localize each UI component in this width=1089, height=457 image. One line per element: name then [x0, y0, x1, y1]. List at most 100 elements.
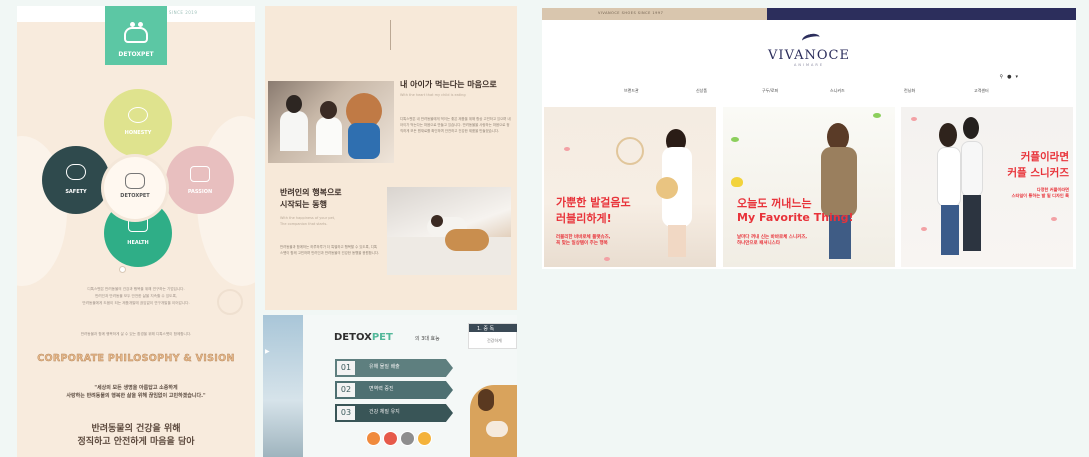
- banner-copy: 러블리한 바바로체 플랫슈즈, 꼭 맞는 일상템이 주는 행복: [556, 235, 611, 247]
- search-icon[interactable]: ⚲: [999, 74, 1003, 80]
- nav-item[interactable]: 고객센터: [974, 88, 989, 94]
- person-figure: [280, 111, 308, 151]
- step-label: 면역력 증진: [369, 386, 394, 392]
- model-figure: [963, 195, 981, 251]
- since-text: VIVANOCE SHOES SINCE 1997: [598, 11, 664, 15]
- quote-line: "세상의 모든 생명을 아름답고 소중하게: [94, 385, 178, 391]
- wordmark-main: DETOX: [334, 332, 372, 343]
- headline-line: 커플 스니커즈: [1007, 167, 1069, 179]
- cart-link[interactable]: 장바구니: [1038, 22, 1052, 27]
- value-circle-passion: PASSION: [166, 146, 234, 214]
- detoxpet-wordmark: DETOXPET: [334, 332, 393, 343]
- puppy-muzzle: [486, 421, 508, 437]
- wordmark-suffix: 의 3대 효능: [415, 336, 440, 342]
- color-dot: [366, 431, 381, 446]
- section-heading: 반려인의 행복으로 시작되는 동행: [280, 187, 342, 211]
- person-figure: [431, 215, 443, 227]
- step-number: 01: [337, 361, 355, 375]
- dog-figure: [445, 229, 489, 251]
- mypage-link[interactable]: 마이페이지: [1006, 22, 1023, 27]
- dreamcatcher-figure: [616, 137, 644, 165]
- intro-text: 반려동물에게 도움이 되는 제품개발에 끊임없이 연구개발을 이어갑니다.: [82, 301, 190, 305]
- butterfly-icon: [731, 177, 743, 187]
- sub-line: The companion that starts.: [280, 222, 328, 226]
- value-label: HEALTH: [127, 240, 149, 246]
- detoxpet-effects-thumbnail[interactable]: ▶ DETOXPET 의 3대 효능 01 유해 물질 배출 02 면역력 증진…: [263, 315, 517, 457]
- center-label: DETOXPET: [120, 193, 150, 199]
- effect-step: 02 면역력 증진: [335, 381, 453, 399]
- headline-line: My Favorite Thing!: [737, 211, 854, 224]
- step-label: 유해 물질 배출: [369, 364, 400, 370]
- logo-text: DETOXPET: [118, 51, 154, 58]
- step-number: 03: [337, 406, 355, 420]
- hand-icon: [66, 164, 86, 180]
- color-dot: [417, 431, 432, 446]
- value-circle-safety: SAFETY: [42, 146, 110, 214]
- decor-leaf: [873, 113, 881, 118]
- decor-petal: [1051, 217, 1057, 221]
- decor-petal: [604, 257, 610, 261]
- effect-step: 01 유해 물질 배출: [335, 359, 453, 377]
- color-dot: [383, 431, 398, 446]
- closing-line: 정직하고 안전하게 마음을 담아: [77, 437, 195, 447]
- sun-icon: [128, 107, 148, 123]
- vivanoce-shop-thumbnail[interactable]: VIVANOCE SHOES SINCE 1997 로그인 회원가입 마이페이지…: [542, 8, 1076, 269]
- banner-flat-shoes[interactable]: 가뿐한 발걸음도 러블리하게! 러블리한 바바로체 플랫슈즈, 꼭 맞는 일상템…: [544, 107, 716, 267]
- sky-photo: [263, 315, 303, 457]
- cart-icon[interactable]: ▾: [1015, 74, 1018, 80]
- brand-logo[interactable]: VIVANOCE: [542, 48, 1076, 63]
- pager-dot[interactable]: [119, 266, 126, 273]
- decor-petal: [564, 147, 570, 151]
- login-link[interactable]: 로그인: [954, 22, 964, 27]
- person-figure: [316, 117, 342, 155]
- value-label: SAFETY: [65, 189, 87, 195]
- nav-item[interactable]: 런닝화: [904, 88, 915, 94]
- dog-icon: [125, 173, 145, 189]
- copy-line: 꼭 맞는 일상템이 주는 행복: [556, 241, 608, 246]
- banner-copy: 다정한 커플이라면 스타일이 통하는 발 밑 디자인 룩: [989, 187, 1069, 199]
- signup-link[interactable]: 회원가입: [978, 22, 992, 27]
- section-body: 반려동물과 함께하는 하루하루가 더 특별하고 행복할 수 있도록, 디톡스펫이…: [280, 245, 380, 255]
- shoe-icon: [801, 32, 821, 46]
- portfolio-canvas: Dedicated Canine Care · SINCE 2019 DETOX…: [0, 0, 1089, 457]
- headline-line: 커플이라면: [1020, 151, 1069, 163]
- banner-headline: 오늘도 꺼내느는 My Favorite Thing!: [737, 197, 854, 225]
- family-with-dog-photo: [268, 81, 394, 163]
- dog-icon: [124, 22, 148, 43]
- banner-sneakers[interactable]: 오늘도 꺼내느는 My Favorite Thing! 날마다 꺼내 신는 바바…: [723, 107, 895, 267]
- user-icon[interactable]: ●: [1007, 74, 1011, 80]
- top-strip: VIVANOCE SHOES SINCE 1997 로그인 회원가입 마이페이지…: [542, 8, 1076, 27]
- step-number: 02: [337, 383, 355, 397]
- man-with-dog-photo: [387, 187, 511, 275]
- color-dots: [366, 431, 434, 450]
- info-card: 1. 중 독 건강하게: [468, 323, 517, 349]
- color-dot: [400, 431, 415, 446]
- detoxpet-philosophy-thumbnail[interactable]: Dedicated Canine Care · SINCE 2019 DETOX…: [17, 6, 255, 457]
- calendar-icon: [190, 166, 210, 182]
- info-card-title: 1. 중 독: [477, 326, 495, 332]
- banner-headline: 가뿐한 발걸음도 러블리하게!: [556, 195, 631, 227]
- model-figure: [941, 205, 959, 255]
- dog-figure: [348, 123, 380, 159]
- banner-copy: 날마다 꺼내 신는 바바로체 스니커즈, 하나만으로 패셔니스타: [737, 235, 807, 247]
- puppy-photo: [470, 385, 517, 457]
- nav-item[interactable]: 스니커즈: [830, 88, 845, 94]
- model-figure: [963, 117, 979, 139]
- model-figure: [668, 225, 686, 257]
- intro-text: 디톡스펫은 반려동물의 건강과 행복을 위해 연구하는 기업입니다.: [87, 287, 185, 291]
- model-figure: [939, 123, 957, 147]
- nav-item[interactable]: 신상품: [696, 88, 707, 94]
- banner-headline: 커플이라면 커플 스니커즈: [999, 149, 1069, 181]
- detoxpet-story-thumbnail[interactable]: 내 아이가 먹는다는 마음으로 With the heart that my c…: [265, 6, 517, 310]
- person-figure: [286, 95, 302, 113]
- heading-line: 시작되는 동행: [280, 200, 327, 209]
- nav-item[interactable]: 브랜드관: [624, 88, 639, 94]
- banner-couple-sneakers[interactable]: 커플이라면 커플 스니커즈 다정한 커플이라면 스타일이 통하는 발 밑 디자인…: [901, 107, 1073, 267]
- closing-statement: 반려동물의 건강을 위해 정직하고 안전하게 마음을 담아: [17, 423, 255, 449]
- section-heading: 내 아이가 먹는다는 마음으로: [400, 80, 497, 89]
- center-logo-circle: DETOXPET: [104, 157, 166, 219]
- hat-figure: [656, 177, 678, 199]
- section-subheading: With the heart that my child is eating: [400, 93, 466, 97]
- nav-item[interactable]: 구두/로퍼: [762, 88, 778, 94]
- chevron-left-icon[interactable]: ▶: [265, 348, 270, 355]
